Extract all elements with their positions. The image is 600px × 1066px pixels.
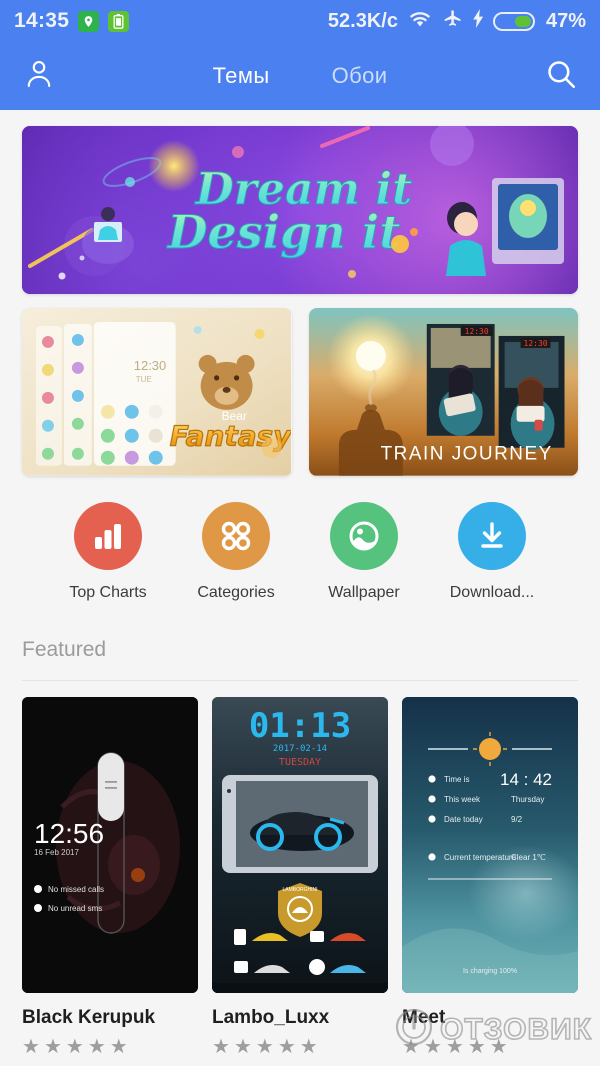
battery-saver-icon	[108, 10, 130, 32]
svg-text:TUE: TUE	[136, 375, 152, 384]
featured-item-thumbnail[interactable]: 12:56 16 Feb 2017 No missed calls No unr…	[22, 697, 198, 993]
rating-stars: ★ ★ ★ ★ ★	[402, 1037, 578, 1057]
theme-card-artwork: 12:30 12:30 TRAIN JOURNEY	[308, 308, 578, 476]
user-profile-icon[interactable]	[22, 57, 56, 96]
quick-action-wallpaper[interactable]: Wallpaper	[318, 502, 410, 602]
star-icon: ★	[43, 1036, 62, 1058]
quick-action-label: Wallpaper	[328, 584, 400, 601]
theme-card-title-text: TRAIN JOURNEY	[380, 444, 552, 465]
airplane-mode-icon	[442, 9, 464, 34]
star-icon: ★	[233, 1036, 252, 1058]
star-icon: ★	[255, 1036, 274, 1058]
theme-card-clock-left: 12:30	[464, 327, 488, 336]
featured-item-title: Meet	[402, 1007, 446, 1028]
quick-action-categories[interactable]: Categories	[190, 502, 282, 602]
star-icon: ★	[423, 1036, 442, 1058]
featured-item-thumbnail[interactable]: Time is 14 : 42 This week Thursday Date …	[402, 697, 578, 993]
featured-item-lambo-luxx[interactable]: 01:13 2017-02-14 TUESDAY LAMBORGHINI Lam…	[212, 697, 388, 1066]
star-icon: ★	[299, 1036, 318, 1058]
preview-row1-label: Time is	[444, 775, 469, 784]
network-speed-text: 52.3K/c	[327, 9, 398, 32]
preview-row2-value: Thursday	[511, 795, 544, 804]
featured-item-black-kerupuk[interactable]: 12:56 16 Feb 2017 No missed calls No unr…	[22, 697, 198, 1066]
preview-date: 2017-02-14	[273, 744, 327, 754]
battery-level-icon	[492, 11, 535, 31]
preview-weekday: TUESDAY	[279, 757, 321, 768]
quick-actions-row: Top Charts Categories Wallpaper Download…	[22, 502, 578, 602]
rating-stars: ★ ★ ★ ★ ★	[22, 1037, 198, 1057]
preview-date: 16 Feb 2017	[34, 848, 79, 857]
bar-chart-icon	[74, 502, 142, 570]
star-icon: ★	[22, 1036, 40, 1058]
preview-row2-label: This week	[444, 795, 481, 804]
star-icon: ★	[109, 1036, 128, 1058]
app-screen: 14:35 52.3K/c 47% Темы Обои Dream it Des…	[0, 0, 600, 1066]
preview-row4-label: Current temperature	[444, 853, 517, 862]
featured-items-row: 12:56 16 Feb 2017 No missed calls No unr…	[22, 697, 578, 1066]
theme-card-clock-right: 12:30	[523, 339, 547, 348]
status-bar-clock: 14:35	[14, 9, 70, 32]
charging-bolt-icon	[473, 9, 484, 33]
image-icon	[330, 502, 398, 570]
location-pin-icon	[78, 10, 100, 32]
theme-card-train-journey[interactable]: 12:30 12:30 TRAIN JOURNEY	[308, 308, 579, 476]
header-tabs: Темы Обои	[0, 42, 600, 110]
quick-action-label: Categories	[197, 584, 275, 601]
download-icon	[458, 502, 526, 570]
theme-card-bear-fantasy[interactable]: 12:30 TUE Bear Fantasy	[22, 308, 292, 476]
star-icon: ★	[277, 1036, 296, 1058]
thumbnail-artwork: 12:56 16 Feb 2017 No missed calls No unr…	[22, 697, 198, 993]
preview-clock: 01:13	[249, 706, 351, 746]
preview-row3-label: Date today	[444, 815, 483, 824]
hero-banner[interactable]: Dream it Design it	[22, 126, 578, 294]
search-icon[interactable]	[544, 57, 578, 96]
preview-line2: No unread sms	[48, 904, 102, 913]
tab-themes[interactable]: Темы	[213, 63, 270, 89]
star-icon: ★	[65, 1036, 84, 1058]
star-icon: ★	[489, 1036, 508, 1058]
quick-action-label: Top Charts	[69, 584, 147, 601]
svg-text:Design it: Design it	[166, 205, 401, 259]
theme-card-row: 12:30 TUE Bear Fantasy 12:30 12:30 TRAIN…	[22, 308, 578, 476]
status-bar: 14:35 52.3K/c 47%	[0, 0, 600, 42]
star-icon: ★	[402, 1036, 420, 1058]
featured-item-meet[interactable]: Time is 14 : 42 This week Thursday Date …	[402, 697, 578, 1066]
preview-row3-value: 9/2	[511, 815, 523, 824]
thumbnail-artwork: Time is 14 : 42 This week Thursday Date …	[402, 697, 578, 993]
preview-row4-value: Clear 1℃	[511, 853, 546, 862]
wifi-icon	[407, 9, 433, 33]
featured-item-title: Lambo_Luxx	[212, 1007, 330, 1028]
thumbnail-artwork: 01:13 2017-02-14 TUESDAY LAMBORGHINI	[212, 697, 388, 993]
quick-action-top-charts[interactable]: Top Charts	[62, 502, 154, 602]
rating-stars: ★ ★ ★ ★ ★	[212, 1037, 388, 1057]
theme-card-artwork: 12:30 TUE Bear Fantasy	[22, 308, 292, 476]
banner-artwork: Dream it Design it	[28, 126, 564, 280]
preview-row1-value: 14 : 42	[500, 770, 552, 789]
battery-percent-text: 47%	[545, 9, 586, 32]
featured-item-title: Black Kerupuk	[22, 1007, 156, 1028]
star-icon: ★	[212, 1036, 230, 1058]
app-header: Темы Обои	[0, 42, 600, 110]
star-icon: ★	[467, 1036, 486, 1058]
grid-circles-icon	[202, 502, 270, 570]
preview-line1: No missed calls	[48, 885, 104, 894]
quick-action-download[interactable]: Download...	[446, 502, 538, 602]
featured-item-thumbnail[interactable]: 01:13 2017-02-14 TUESDAY LAMBORGHINI	[212, 697, 388, 993]
star-icon: ★	[87, 1036, 106, 1058]
featured-section-title: Featured	[22, 638, 107, 661]
svg-text:12:30: 12:30	[134, 358, 166, 373]
star-icon: ★	[445, 1036, 464, 1058]
preview-badge: LAMBORGHINI	[282, 887, 317, 893]
quick-action-label: Download...	[449, 584, 535, 601]
section-divider	[22, 680, 578, 681]
preview-clock: 12:56	[34, 818, 104, 849]
preview-footer: Is charging 100%	[463, 968, 517, 975]
tab-wallpapers[interactable]: Обои	[332, 63, 388, 89]
